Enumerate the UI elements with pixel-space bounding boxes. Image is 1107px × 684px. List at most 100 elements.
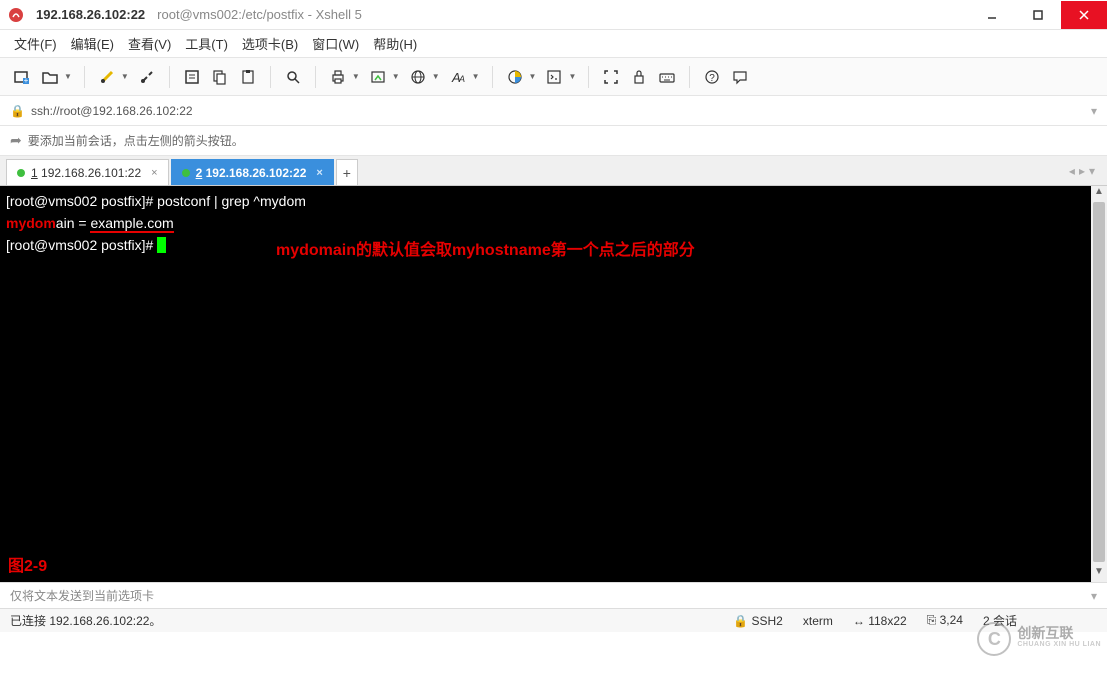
menu-edit[interactable]: 编辑(E) xyxy=(71,34,114,53)
dropdown-icon[interactable]: ▼ xyxy=(432,72,440,81)
status-bar: 已连接 192.168.26.102:22。 🔒 SSH2 xterm ↔ 11… xyxy=(0,608,1107,632)
tab-next-icon[interactable]: ▸ xyxy=(1079,164,1085,178)
scroll-thumb[interactable] xyxy=(1093,202,1105,562)
status-ssh: 🔒 SSH2 xyxy=(733,614,783,628)
watermark: C 创新互联 CHUANG XIN HU LIAN xyxy=(977,622,1101,656)
window-title-host: 192.168.26.102:22 xyxy=(36,7,145,22)
tab-label: 192.168.26.101:22 xyxy=(41,166,141,180)
address-dropdown-icon[interactable]: ▾ xyxy=(1091,104,1097,118)
cursor-icon xyxy=(157,237,166,253)
scroll-down-icon[interactable]: ▼ xyxy=(1091,566,1107,582)
menu-bar: 文件(F) 编辑(E) 查看(V) 工具(T) 选项卡(B) 窗口(W) 帮助(… xyxy=(0,30,1107,58)
maximize-button[interactable] xyxy=(1015,1,1061,29)
dropdown-icon[interactable]: ▼ xyxy=(352,72,360,81)
session-tab-1[interactable]: 1 192.168.26.101:22 × xyxy=(6,159,169,185)
dropdown-icon[interactable]: ▼ xyxy=(472,72,480,81)
status-connection: 已连接 192.168.26.102:22。 xyxy=(10,612,161,629)
figure-label: 图2-9 xyxy=(8,552,47,576)
output-value: example.com xyxy=(90,215,173,233)
title-bar: 192.168.26.102:22 root@vms002:/etc/postf… xyxy=(0,0,1107,30)
status-pos: ⎘ 3,24 xyxy=(927,613,963,628)
svg-text:+: + xyxy=(24,76,29,85)
annotation-text: mydomain的默认值会取myhostname第一个点之后的部分 xyxy=(276,236,695,260)
arrow-icon[interactable]: ➦ xyxy=(10,132,22,149)
dropdown-icon[interactable]: ▼ xyxy=(64,72,72,81)
status-dot-icon xyxy=(182,169,190,177)
keyboard-icon[interactable] xyxy=(655,65,679,89)
scroll-up-icon[interactable]: ▲ xyxy=(1091,186,1107,202)
terminal[interactable]: [root@vms002 postfix]# postconf | grep ^… xyxy=(0,186,1107,582)
watermark-logo-icon: C xyxy=(977,622,1011,656)
status-term: xterm xyxy=(803,614,833,628)
session-tab-2[interactable]: 2 192.168.26.102:22 × xyxy=(171,159,334,185)
send-bar-text: 仅将文本发送到当前选项卡 xyxy=(10,587,154,604)
tab-close-icon[interactable]: × xyxy=(151,167,157,179)
hint-text: 要添加当前会话，点击左侧的箭头按钮。 xyxy=(28,132,244,149)
paste-icon[interactable] xyxy=(236,65,260,89)
dropdown-icon[interactable]: ▼ xyxy=(121,72,129,81)
separator xyxy=(169,66,170,88)
properties-icon[interactable] xyxy=(180,65,204,89)
watermark-name: 创新互联 xyxy=(1017,627,1101,639)
new-session-icon[interactable]: + xyxy=(10,65,34,89)
tab-strip: 1 192.168.26.101:22 × 2 192.168.26.102:2… xyxy=(0,156,1107,186)
find-icon[interactable] xyxy=(281,65,305,89)
menu-view[interactable]: 查看(V) xyxy=(128,34,171,53)
tab-prev-icon[interactable]: ◂ xyxy=(1069,164,1075,178)
separator xyxy=(270,66,271,88)
menu-tabs[interactable]: 选项卡(B) xyxy=(242,34,298,53)
add-tab-button[interactable]: + xyxy=(336,159,358,185)
separator xyxy=(84,66,85,88)
color-icon[interactable] xyxy=(503,65,527,89)
chat-icon[interactable] xyxy=(728,65,752,89)
web-icon[interactable] xyxy=(406,65,430,89)
close-button[interactable] xyxy=(1061,1,1107,29)
open-session-icon[interactable] xyxy=(38,65,62,89)
send-bar[interactable]: 仅将文本发送到当前选项卡 ▾ xyxy=(0,582,1107,608)
address-text[interactable]: ssh://root@192.168.26.102:22 xyxy=(31,104,193,118)
status-dot-icon xyxy=(17,169,25,177)
status-size: ↔ 118x22 xyxy=(853,614,907,628)
help-icon[interactable]: ? xyxy=(700,65,724,89)
dropdown-icon[interactable]: ▼ xyxy=(392,72,400,81)
window-controls xyxy=(969,1,1107,29)
font-icon[interactable]: AA xyxy=(446,65,470,89)
dropdown-icon[interactable]: ▼ xyxy=(529,72,537,81)
command: postconf | grep ^mydom xyxy=(153,193,306,209)
hint-bar: ➦ 要添加当前会话，点击左侧的箭头按钮。 xyxy=(0,126,1107,156)
tab-number: 2 xyxy=(196,166,203,180)
print-icon[interactable] xyxy=(326,65,350,89)
separator xyxy=(689,66,690,88)
tab-number: 1 xyxy=(31,166,38,180)
lock-small-icon: 🔒 xyxy=(10,104,25,118)
menu-window[interactable]: 窗口(W) xyxy=(312,34,359,53)
separator xyxy=(492,66,493,88)
prompt: [root@vms002 postfix]# xyxy=(6,193,153,209)
tab-nav: ◂ ▸ ▾ xyxy=(1069,156,1101,185)
app-logo-icon xyxy=(8,7,24,23)
output-key: mydom xyxy=(6,215,56,231)
send-bar-dropdown-icon[interactable]: ▾ xyxy=(1091,589,1097,603)
script-icon[interactable] xyxy=(542,65,566,89)
fullscreen-icon[interactable] xyxy=(599,65,623,89)
tab-close-icon[interactable]: × xyxy=(316,167,322,179)
output-eq: ain = xyxy=(56,215,91,231)
tab-label: 192.168.26.102:22 xyxy=(206,166,307,180)
prompt: [root@vms002 postfix]# xyxy=(6,237,153,253)
tab-list-icon[interactable]: ▾ xyxy=(1089,164,1095,178)
address-bar: 🔒 ssh://root@192.168.26.102:22 ▾ xyxy=(0,96,1107,126)
scrollbar[interactable]: ▲ ▼ xyxy=(1091,186,1107,582)
separator xyxy=(315,66,316,88)
svg-text:A: A xyxy=(458,74,465,84)
menu-file[interactable]: 文件(F) xyxy=(14,34,57,53)
lock-icon[interactable] xyxy=(627,65,651,89)
menu-tools[interactable]: 工具(T) xyxy=(185,34,228,53)
reconnect-icon[interactable] xyxy=(95,65,119,89)
separator xyxy=(588,66,589,88)
dropdown-icon[interactable]: ▼ xyxy=(568,72,576,81)
menu-help[interactable]: 帮助(H) xyxy=(373,34,417,53)
disconnect-icon[interactable] xyxy=(135,65,159,89)
xftp-icon[interactable] xyxy=(366,65,390,89)
copy-icon[interactable] xyxy=(208,65,232,89)
minimize-button[interactable] xyxy=(969,1,1015,29)
